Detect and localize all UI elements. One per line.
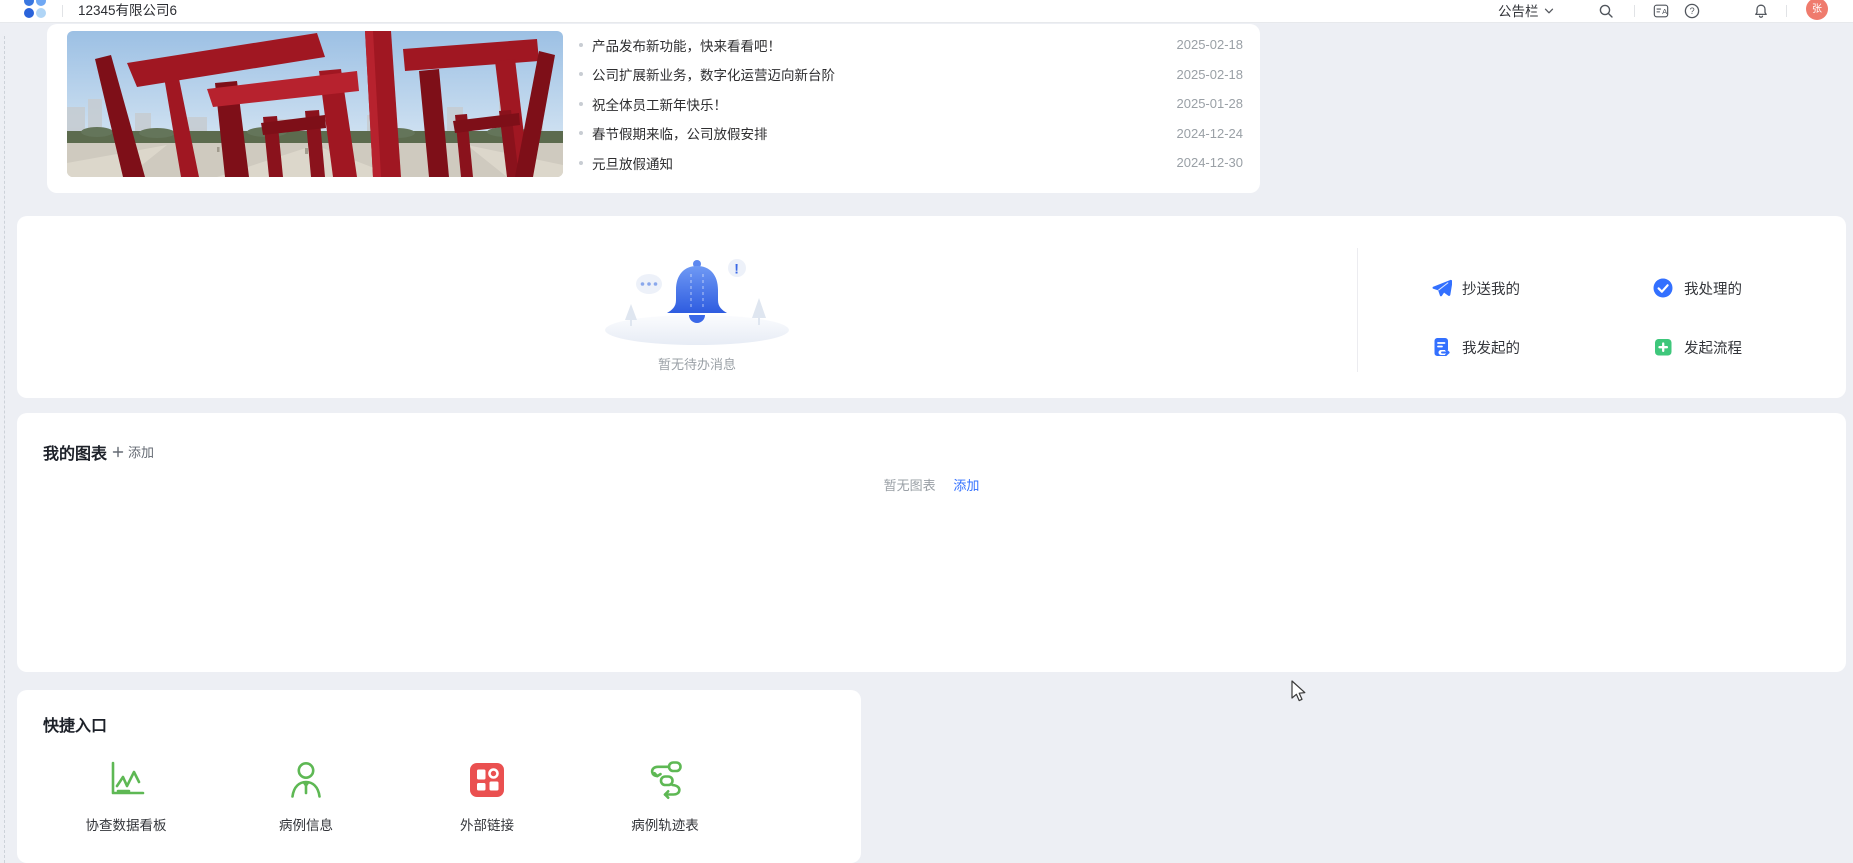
plus-square-icon	[1655, 339, 1672, 356]
bullet-dot	[579, 72, 583, 77]
entry-external-link[interactable]: 外部链接	[397, 758, 577, 834]
announcement-item[interactable]: 春节假期来临，公司放假安排 2024-12-24	[579, 119, 1243, 149]
announcement-item[interactable]: 祝全体员工新年快乐！ 2025-01-28	[579, 89, 1243, 119]
entry-case-info[interactable]: 病例信息	[216, 758, 396, 834]
action-label: 发起流程	[1684, 340, 1742, 357]
document-send-icon	[1434, 338, 1452, 357]
quick-entry-title: 快捷入口	[43, 718, 108, 735]
entry-case-track[interactable]: 病例轨迹表	[575, 758, 755, 834]
announcement-list: 产品发布新功能，快来看看吧！ 2025-02-18 公司扩展新业务，数字化运营迈…	[579, 30, 1243, 178]
bullet-dot	[579, 101, 583, 106]
charts-empty-text: 暂无图表	[883, 478, 936, 493]
charts-empty-add-link[interactable]: 添加	[953, 478, 979, 493]
announcement-banner-photo[interactable]	[67, 31, 563, 177]
todo-empty-text: 暂无待办消息	[657, 357, 736, 372]
bullet-dot	[579, 131, 583, 136]
notification-bell-icon[interactable]	[1753, 3, 1769, 19]
help-icon[interactable]: ?	[1684, 3, 1700, 19]
announcement-date: 2024-12-30	[1176, 155, 1244, 171]
my-charts-card: 我的图表 添加 暂无图表 添加	[17, 413, 1846, 672]
quick-entry-card: 快捷入口 协查数据看板 病例信息 外部链接 病例轨迹表	[17, 690, 861, 863]
top-bar: 12345有限公司6 公告栏 A ? 张	[0, 0, 1853, 23]
user-avatar[interactable]: 张	[1806, 0, 1828, 20]
plus-icon	[112, 446, 124, 457]
announcement-title: 产品发布新功能，快来看看吧！	[592, 38, 781, 54]
dashboard-page: { "header": { "company_name": "12345有限公司…	[0, 0, 1853, 863]
announcement-card: 产品发布新功能，快来看看吧！ 2025-02-18 公司扩展新业务，数字化运营迈…	[47, 24, 1260, 193]
mouse-cursor	[1291, 680, 1306, 702]
entry-label: 病例轨迹表	[631, 818, 699, 833]
check-circle-icon	[1653, 278, 1673, 298]
announcement-title: 祝全体员工新年快乐！	[592, 97, 727, 113]
translate-icon[interactable]: A	[1652, 3, 1670, 19]
company-name: 12345有限公司6	[78, 3, 178, 18]
announcement-date: 2025-02-18	[1176, 66, 1244, 82]
divider	[62, 5, 63, 17]
svg-text:!: !	[734, 261, 739, 277]
announcement-date: 2024-12-24	[1176, 125, 1244, 141]
divider	[1634, 5, 1635, 17]
action-started-by-me[interactable]: 我发起的	[1430, 336, 1520, 358]
add-chart-label: 添加	[128, 445, 155, 460]
add-chart-button[interactable]: 添加	[112, 442, 154, 461]
announcement-item[interactable]: 产品发布新功能，快来看看吧！ 2025-02-18	[579, 30, 1243, 60]
left-rail-divider	[4, 36, 5, 863]
svg-text:?: ?	[1690, 6, 1695, 16]
person-icon	[291, 762, 321, 798]
entry-label: 外部链接	[460, 818, 514, 833]
announcement-title: 元旦放假通知	[592, 156, 673, 172]
menu-label: 公告栏	[1498, 3, 1539, 19]
entry-label: 病例信息	[279, 818, 333, 833]
red-sculpture-photo	[67, 31, 563, 177]
announcement-date: 2025-02-18	[1176, 37, 1244, 53]
action-label: 我处理的	[1684, 281, 1742, 298]
entry-label: 协查数据看板	[85, 818, 167, 833]
app-grid-icon	[470, 763, 504, 797]
app-logo-icon[interactable]	[24, 0, 48, 20]
my-charts-title: 我的图表	[43, 446, 108, 463]
action-cc-to-me[interactable]: 抄送我的	[1430, 277, 1520, 299]
action-label: 我发起的	[1462, 340, 1520, 357]
chevron-down-icon	[1544, 8, 1553, 14]
action-label: 抄送我的	[1462, 281, 1520, 298]
action-handled-by-me[interactable]: 我处理的	[1652, 277, 1742, 299]
announcement-title: 春节假期来临，公司放假安排	[592, 127, 768, 143]
announcement-item[interactable]: 公司扩展新业务，数字化运营迈向新台阶 2025-02-18	[579, 60, 1243, 90]
bullet-dot	[579, 42, 583, 47]
bullet-dot	[579, 160, 583, 165]
announcement-board-menu[interactable]: 公告栏	[1498, 0, 1554, 22]
divider	[1786, 5, 1787, 17]
divider	[1357, 248, 1358, 372]
announcement-date: 2025-01-28	[1176, 96, 1244, 112]
flow-track-icon	[650, 761, 682, 799]
search-icon[interactable]	[1598, 3, 1614, 19]
action-start-process[interactable]: 发起流程	[1652, 336, 1742, 358]
announcement-title: 公司扩展新业务，数字化运营迈向新台阶	[592, 68, 835, 84]
charts-empty-state: 暂无图表 添加	[17, 475, 1846, 494]
send-plane-icon	[1432, 279, 1452, 297]
empty-bell-illustration: !	[605, 259, 789, 345]
entry-data-board[interactable]: 协查数据看板	[36, 758, 216, 834]
todo-card: ! 暂无待办消息 抄送我的 我处理的 我发起的 发起流程	[17, 216, 1846, 398]
line-chart-icon	[111, 761, 145, 795]
announcement-item[interactable]: 元旦放假通知 2024-12-30	[579, 148, 1243, 178]
